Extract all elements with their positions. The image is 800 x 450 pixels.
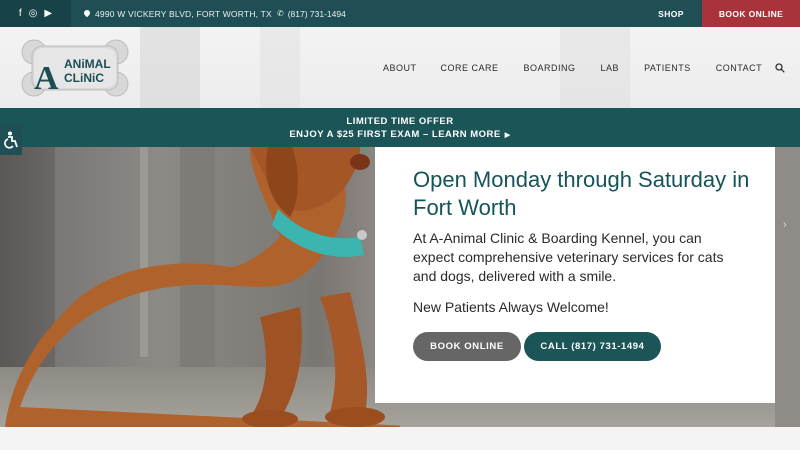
nav-contact[interactable]: CONTACT: [716, 63, 762, 73]
clinic-logo[interactable]: A ANiMAL CLiNiC: [20, 36, 130, 100]
nav-boarding[interactable]: BOARDING: [524, 63, 576, 73]
hero-title: Open Monday through Saturday in Fort Wor…: [413, 167, 750, 220]
call-button[interactable]: CALL (817) 731-1494: [524, 332, 661, 361]
address-text: 4990 W VICKERY BLVD, FORT WORTH, TX: [95, 8, 272, 19]
hero-description: At A-Animal Clinic & Boarding Kennel, yo…: [413, 230, 724, 284]
nav-core-care[interactable]: CORE CARE: [441, 63, 499, 73]
map-pin-icon: [84, 10, 90, 18]
hero-card: Open Monday through Saturday in Fort Wor…: [375, 147, 775, 403]
page-bottom: [0, 427, 800, 450]
youtube-icon[interactable]: ▶: [44, 8, 52, 19]
promo-line2-text: ENJOY A $25 FIRST EXAM – LEARN MORE: [289, 129, 501, 140]
accessibility-icon: [4, 131, 18, 149]
shop-link[interactable]: SHOP: [640, 0, 702, 27]
nav-patients[interactable]: PATIENTS: [644, 63, 691, 73]
logo-letter: A: [34, 60, 59, 97]
logo-text-line1: ANiMAL: [64, 57, 111, 71]
instagram-icon[interactable]: ◎: [29, 8, 38, 19]
hero-welcome: New Patients Always Welcome!: [413, 299, 609, 315]
address-link[interactable]: 4990 W VICKERY BLVD, FORT WORTH, TX: [84, 0, 272, 27]
logo-text-line2: CLiNiC: [64, 71, 104, 85]
phone-icon: ✆: [277, 9, 284, 18]
social-links: f ◎ ▶: [0, 0, 71, 27]
promo-line1: LIMITED TIME OFFER: [346, 116, 454, 127]
phone-link[interactable]: ✆ (817) 731-1494: [277, 0, 346, 27]
main-nav: ABOUT CORE CARE BOARDING LAB PATIENTS CO…: [383, 27, 779, 108]
dog-photo: [5, 147, 400, 427]
promo-line2[interactable]: ENJOY A $25 FIRST EXAM – LEARN MORE ▶: [0, 129, 800, 140]
facebook-icon[interactable]: f: [19, 8, 22, 19]
nav-about[interactable]: ABOUT: [383, 63, 417, 73]
nav-lab[interactable]: LAB: [601, 63, 620, 73]
accessibility-button[interactable]: [0, 125, 22, 155]
slider-next-icon[interactable]: ›: [783, 219, 787, 231]
chevron-right-icon: ▶: [504, 132, 511, 139]
promo-banner[interactable]: LIMITED TIME OFFER ENJOY A $25 FIRST EXA…: [0, 108, 800, 147]
top-utility-bar: f ◎ ▶ 4990 W VICKERY BLVD, FORT WORTH, T…: [0, 0, 800, 27]
site-header: A ANiMAL CLiNiC ABOUT CORE CARE BOARDING…: [0, 27, 800, 108]
phone-text: (817) 731-1494: [287, 8, 346, 19]
search-icon[interactable]: [775, 63, 785, 73]
book-online-top-button[interactable]: BOOK ONLINE: [702, 0, 800, 27]
book-online-button[interactable]: BOOK ONLINE: [413, 332, 521, 361]
